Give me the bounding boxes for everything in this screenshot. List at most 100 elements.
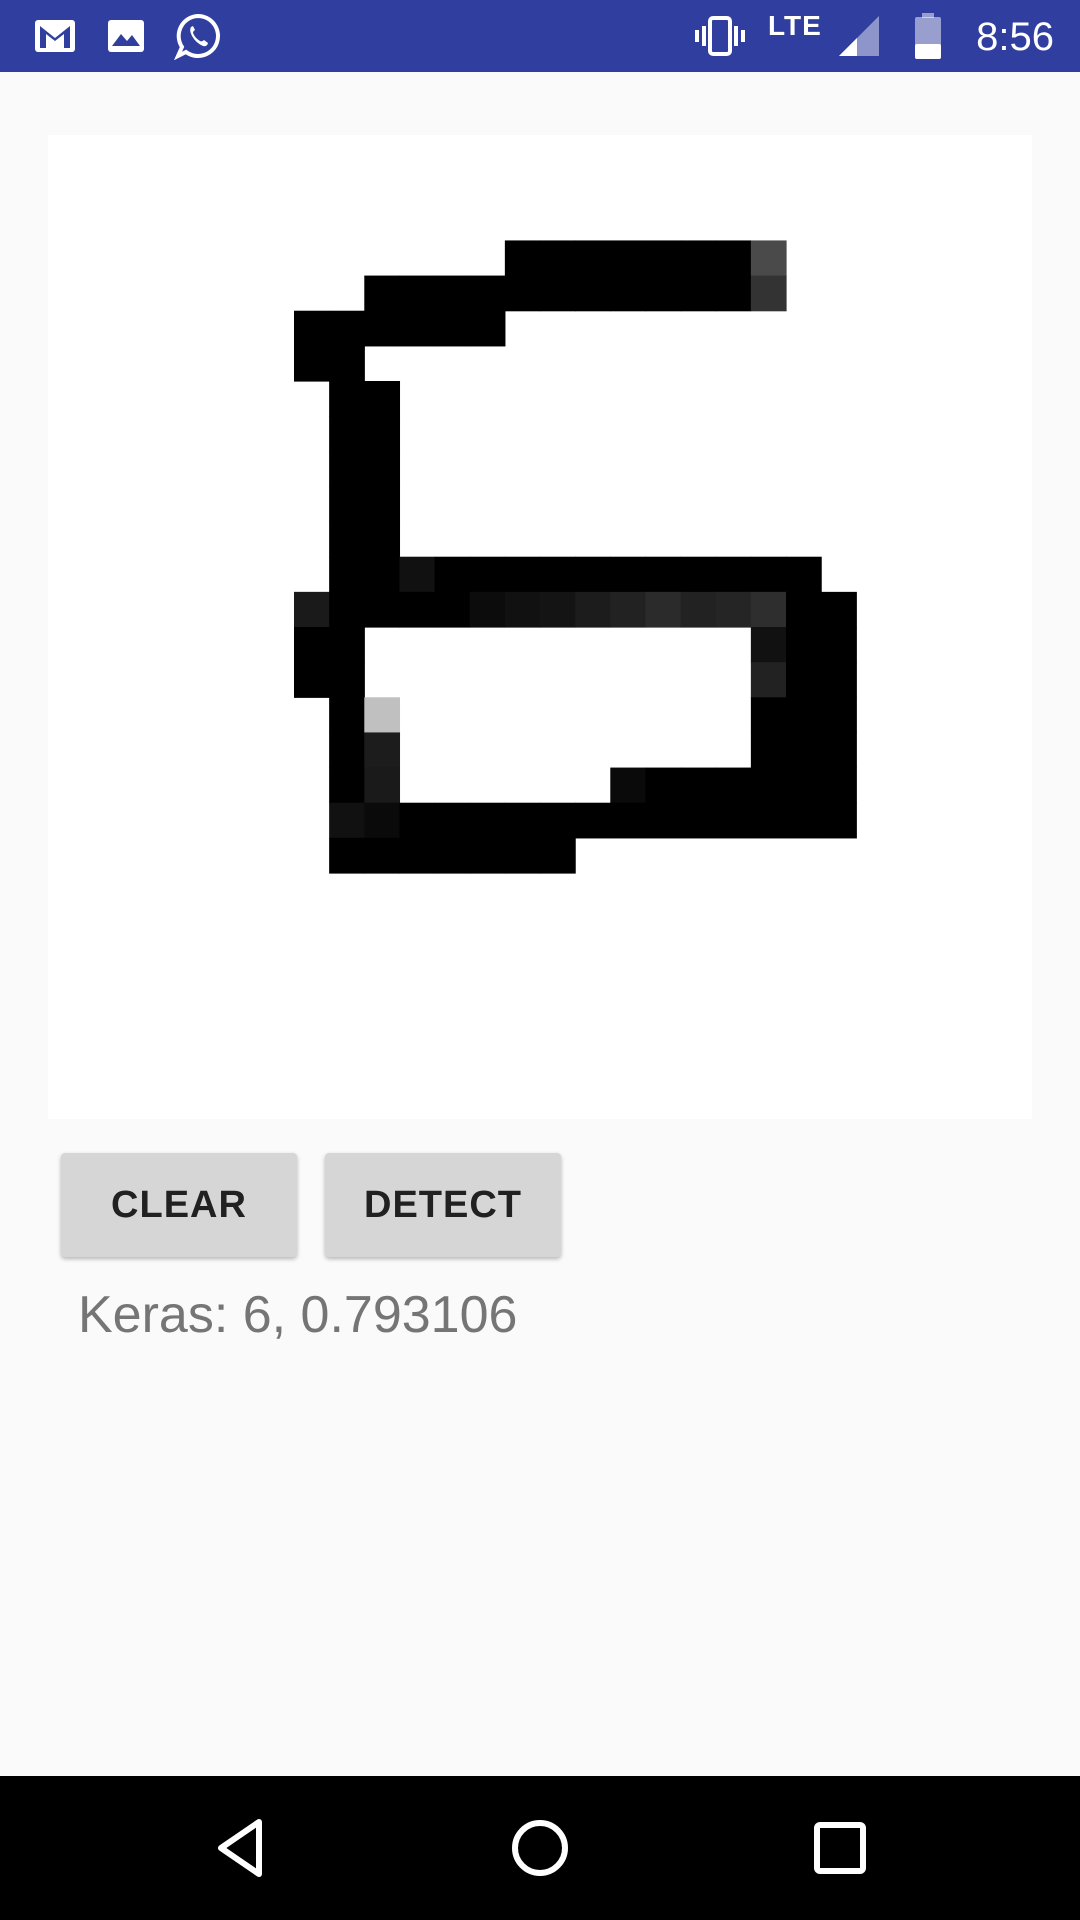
digit-pixel (786, 662, 822, 698)
digit-pixel (469, 802, 506, 839)
digit-pixel (715, 591, 752, 628)
digit-pixel (364, 732, 401, 769)
digit-pixel (680, 275, 717, 312)
digit-pixel (715, 556, 752, 593)
digit-pixel (540, 275, 576, 312)
digit-pixel (329, 416, 365, 452)
vibrate-icon (690, 0, 750, 72)
digit-pixel (610, 275, 647, 312)
digit-pixel (750, 556, 787, 593)
digit-pixel (645, 591, 682, 628)
navigation-bar (0, 1776, 1080, 1920)
digit-pixel (469, 275, 506, 312)
digit-pixel (575, 556, 611, 593)
digit-pixel (399, 591, 436, 628)
digit-pixel (364, 697, 401, 734)
digit-pixel (329, 521, 365, 558)
digit-pixel (645, 556, 682, 593)
digit-pixel (329, 345, 365, 382)
digit-pixel (364, 591, 401, 628)
digit-pixel (294, 627, 330, 663)
whatsapp-icon (172, 0, 224, 72)
digit-pixel (786, 802, 822, 839)
digit-pixel (364, 275, 401, 312)
digit-pixel (821, 732, 857, 769)
detect-button[interactable]: DETECT (325, 1153, 561, 1257)
digit-pixel (540, 802, 576, 839)
digit-pixel (786, 556, 822, 593)
digit-pixel (750, 767, 787, 804)
home-icon[interactable] (480, 1776, 600, 1920)
digit-pixel (364, 837, 401, 874)
digit-pixel (680, 556, 717, 593)
digit-pixel (750, 697, 787, 734)
prediction-result: Keras: 6, 0.793106 (78, 1286, 518, 1344)
digit-pixel (540, 556, 576, 593)
digit-pixel (329, 381, 365, 417)
digit-pixel (610, 802, 647, 839)
digit-pixel (364, 310, 401, 347)
digit-pixel (399, 275, 436, 312)
recents-icon[interactable] (780, 1776, 900, 1920)
digit-pixel (715, 767, 752, 804)
digit-pixel (294, 591, 330, 628)
digit-pixel (786, 767, 822, 804)
digit-pixel (680, 240, 717, 277)
digit-pixel (329, 662, 365, 698)
digit-pixel (610, 240, 647, 277)
digit-pixel (364, 556, 401, 593)
digit-pixel (786, 627, 822, 663)
digit-pixel (504, 591, 541, 628)
digit-pixel (540, 240, 576, 277)
digit-pixel (434, 837, 471, 874)
digit-pixel (540, 837, 576, 874)
digit-pixel (821, 591, 857, 628)
digit-pixel (364, 521, 401, 558)
clock: 8:56 (976, 15, 1054, 59)
digit-pixel (329, 486, 365, 523)
digit-pixel (680, 591, 717, 628)
digit-pixel (750, 732, 787, 769)
back-icon[interactable] (181, 1776, 301, 1920)
digit-pixel (364, 802, 401, 839)
clear-button[interactable]: CLEAR (61, 1153, 297, 1257)
digit-pixel (786, 591, 822, 628)
digit-pixel (821, 802, 857, 839)
digit-pixel (821, 697, 857, 734)
digit-pixel (750, 662, 787, 698)
digit-pixel (329, 310, 365, 347)
digit-pixel (750, 802, 787, 839)
digit-pixel (434, 310, 471, 347)
digit-pixel (575, 240, 611, 277)
digit-pixel (434, 802, 471, 839)
gmail-icon (30, 0, 80, 72)
digit-pixel (786, 697, 822, 734)
digit-pixel (715, 275, 752, 312)
digit-pixel (329, 837, 365, 874)
drawing-canvas[interactable] (48, 135, 1032, 1119)
digit-pixel (329, 802, 365, 839)
digit-pixel (364, 381, 401, 417)
digit-pixel (715, 802, 752, 839)
digit-pixel (364, 451, 401, 488)
digit-pixel (399, 310, 436, 347)
digit-pixel (329, 591, 365, 628)
digit-pixel (540, 591, 576, 628)
digit-pixel (645, 275, 682, 312)
network-type-label: LTE (768, 10, 822, 41)
digit-pixel (786, 732, 822, 769)
digit-pixel (750, 627, 787, 663)
digit-pixel (434, 591, 471, 628)
digit-pixel (329, 451, 365, 488)
digit-pixel (575, 275, 611, 312)
digit-pixel (294, 345, 330, 382)
digit-pixel (645, 802, 682, 839)
digit-pixel (750, 275, 787, 312)
drawn-digit-image (294, 240, 857, 874)
digit-pixel (504, 802, 541, 839)
digit-pixel (434, 556, 471, 593)
status-bar: LTE 8:56 (0, 0, 1080, 72)
digit-pixel (364, 486, 401, 523)
digit-pixel (821, 662, 857, 698)
digit-pixel (610, 591, 647, 628)
